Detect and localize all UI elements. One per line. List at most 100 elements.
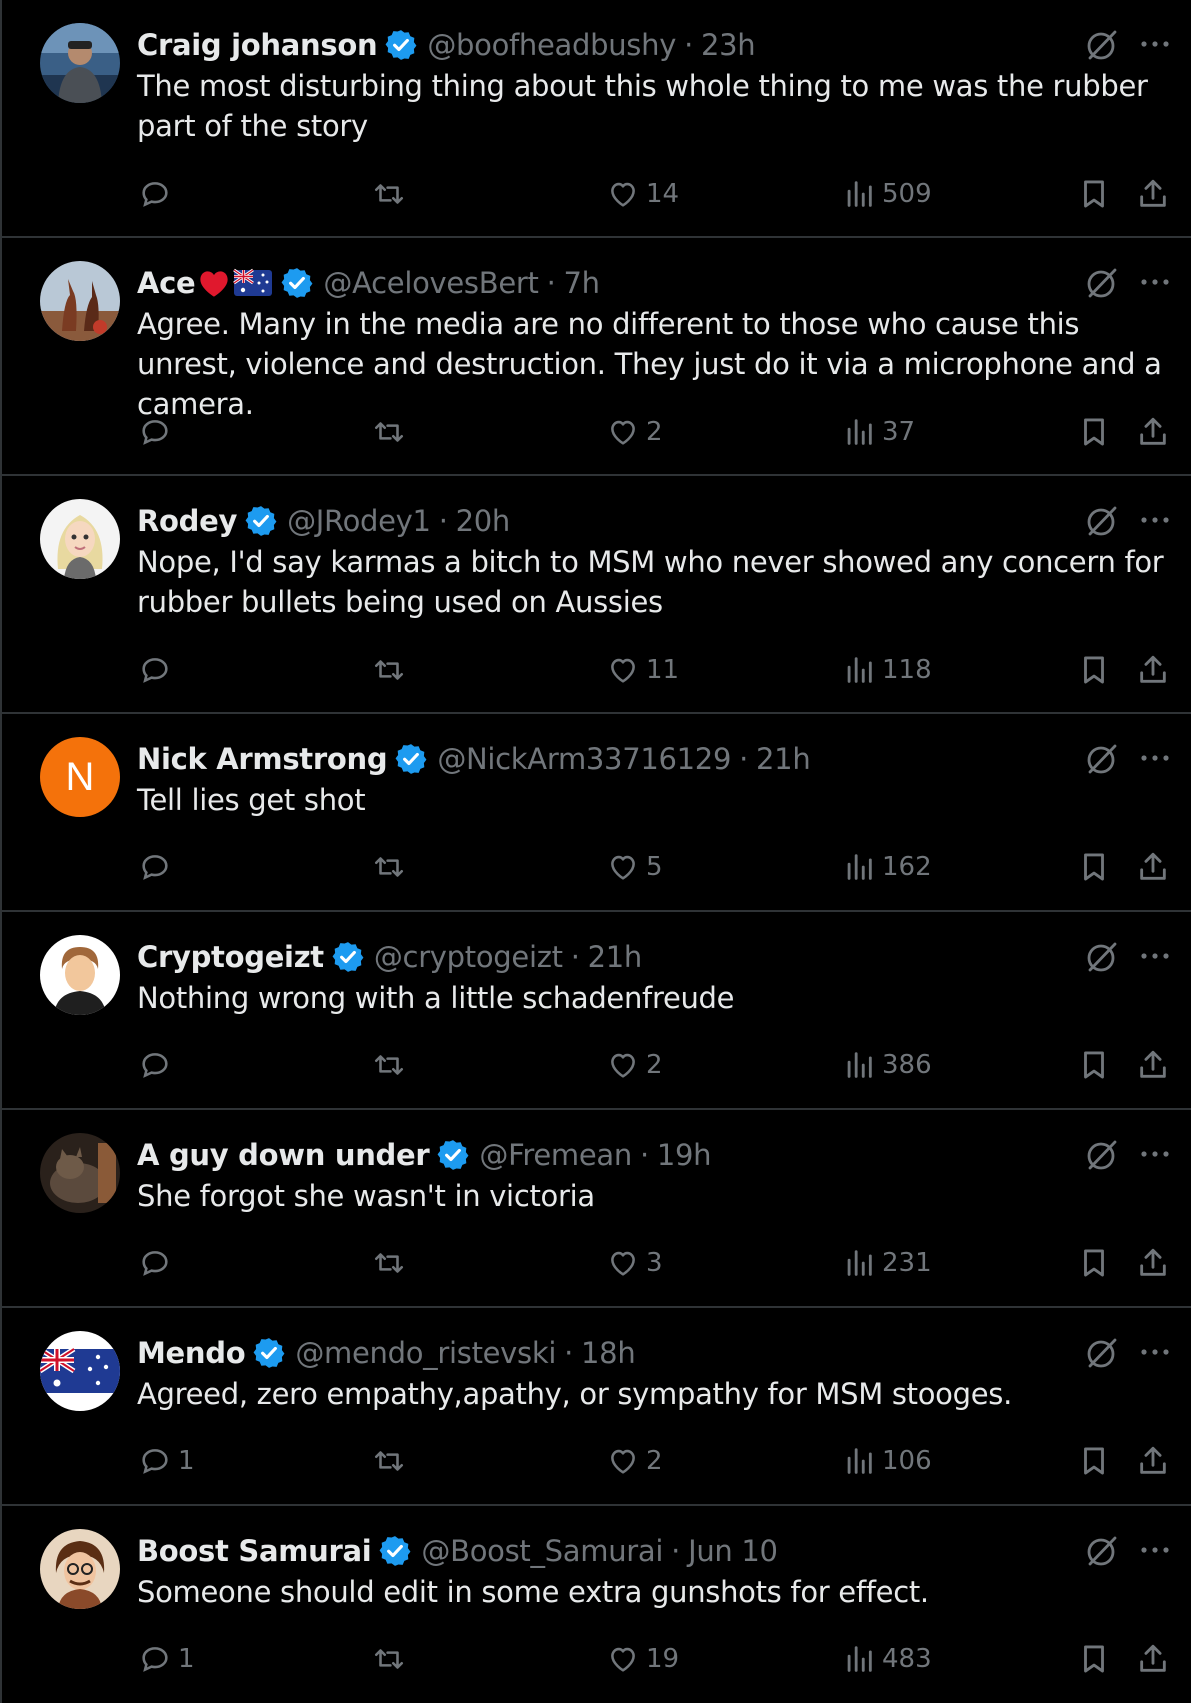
bookmark-button[interactable] [1077,412,1111,452]
grok-icon[interactable] [1084,265,1120,301]
reply-button[interactable]: 1 [138,1639,195,1679]
display-name[interactable]: Boost Samurai [137,1534,372,1568]
reply-button[interactable] [138,1045,178,1085]
bookmark-button[interactable] [1077,1639,1111,1679]
share-button[interactable] [1136,1441,1170,1481]
tweet[interactable]: Boost Samurai @Boost_Samurai · Jun 10 So… [2,1506,1191,1703]
user-handle[interactable]: @AcelovesBert [323,266,538,300]
like-button[interactable]: 3 [606,1243,663,1283]
avatar[interactable] [40,1133,120,1213]
display-name[interactable]: Craig johanson [137,28,378,62]
bookmark-button[interactable] [1077,650,1111,690]
views-button[interactable]: 106 [842,1441,932,1481]
share-button[interactable] [1136,1639,1170,1679]
views-button[interactable]: 37 [842,412,915,452]
timestamp[interactable]: 23h [701,28,756,62]
timestamp[interactable]: 20h [456,504,511,538]
retweet-button[interactable] [372,1243,412,1283]
user-handle[interactable]: @Fremean [479,1138,632,1172]
more-icon[interactable] [1138,36,1172,52]
retweet-button[interactable] [372,174,412,214]
timestamp[interactable]: 7h [564,266,601,300]
share-button[interactable] [1136,412,1170,452]
tweet[interactable]: Rodey @JRodey1 · 20h Nope, I'd say karma… [2,476,1191,714]
retweet-button[interactable] [372,412,412,452]
user-handle[interactable]: @NickArm33716129 [437,742,731,776]
avatar[interactable] [40,1529,120,1609]
display-name[interactable]: Cryptogeizt [137,940,324,974]
more-icon[interactable] [1138,1542,1172,1558]
timestamp[interactable]: Jun 10 [688,1534,778,1568]
avatar[interactable] [40,1331,120,1411]
views-button[interactable]: 162 [842,847,932,887]
share-button[interactable] [1136,1045,1170,1085]
like-button[interactable]: 2 [606,1441,663,1481]
like-button[interactable]: 2 [606,412,663,452]
reply-button[interactable] [138,847,178,887]
grok-icon[interactable] [1084,1137,1120,1173]
reply-button[interactable] [138,412,178,452]
retweet-button[interactable] [372,1045,412,1085]
avatar[interactable] [40,23,120,103]
display-name[interactable]: Ace [137,266,196,300]
avatar[interactable] [40,499,120,579]
user-handle[interactable]: @Boost_Samurai [421,1534,663,1568]
timestamp[interactable]: 18h [581,1336,636,1370]
bookmark-button[interactable] [1077,1045,1111,1085]
views-button[interactable]: 118 [842,650,932,690]
retweet-button[interactable] [372,847,412,887]
grok-icon[interactable] [1084,741,1120,777]
retweet-button[interactable] [372,1639,412,1679]
like-button[interactable]: 2 [606,1045,663,1085]
like-button[interactable]: 5 [606,847,663,887]
tweet[interactable]: Cryptogeizt @cryptogeizt · 21h Nothing w… [2,912,1191,1110]
views-button[interactable]: 231 [842,1243,932,1283]
display-name[interactable]: A guy down under [137,1138,430,1172]
more-icon[interactable] [1138,750,1172,766]
tweet[interactable]: Ace @AcelovesBert · 7h Agree. Many in th… [2,238,1191,476]
user-handle[interactable]: @mendo_ristevski [295,1336,556,1370]
display-name[interactable]: Mendo [137,1336,246,1370]
views-button[interactable]: 386 [842,1045,932,1085]
share-button[interactable] [1136,174,1170,214]
share-button[interactable] [1136,650,1170,690]
bookmark-button[interactable] [1077,1441,1111,1481]
like-button[interactable]: 14 [606,174,679,214]
tweet[interactable]: Mendo @mendo_ristevski · 18h Agreed, zer… [2,1308,1191,1506]
user-handle[interactable]: @cryptogeizt [374,940,563,974]
views-button[interactable]: 509 [842,174,932,214]
reply-button[interactable]: 1 [138,1441,195,1481]
more-icon[interactable] [1138,948,1172,964]
views-button[interactable]: 483 [842,1639,932,1679]
more-icon[interactable] [1138,1146,1172,1162]
grok-icon[interactable] [1084,503,1120,539]
bookmark-button[interactable] [1077,174,1111,214]
share-button[interactable] [1136,847,1170,887]
more-icon[interactable] [1138,512,1172,528]
like-button[interactable]: 11 [606,650,679,690]
grok-icon[interactable] [1084,939,1120,975]
user-handle[interactable]: @boofheadbushy [427,28,676,62]
avatar[interactable] [40,935,120,1015]
avatar[interactable] [40,261,120,341]
reply-button[interactable] [138,174,178,214]
timestamp[interactable]: 21h [588,940,643,974]
grok-icon[interactable] [1084,27,1120,63]
display-name[interactable]: Rodey [137,504,237,538]
reply-button[interactable] [138,650,178,690]
retweet-button[interactable] [372,650,412,690]
tweet[interactable]: N Nick Armstrong @NickArm33716129 · 21h … [2,714,1191,912]
tweet[interactable]: Craig johanson @boofheadbushy · 23h The … [2,0,1191,238]
bookmark-button[interactable] [1077,1243,1111,1283]
user-handle[interactable]: @JRodey1 [287,504,431,538]
display-name[interactable]: Nick Armstrong [137,742,388,776]
reply-button[interactable] [138,1243,178,1283]
more-icon[interactable] [1138,1344,1172,1360]
more-icon[interactable] [1138,274,1172,290]
bookmark-button[interactable] [1077,847,1111,887]
avatar[interactable]: N [40,737,120,817]
retweet-button[interactable] [372,1441,412,1481]
timestamp[interactable]: 19h [657,1138,712,1172]
like-button[interactable]: 19 [606,1639,679,1679]
grok-icon[interactable] [1084,1533,1120,1569]
